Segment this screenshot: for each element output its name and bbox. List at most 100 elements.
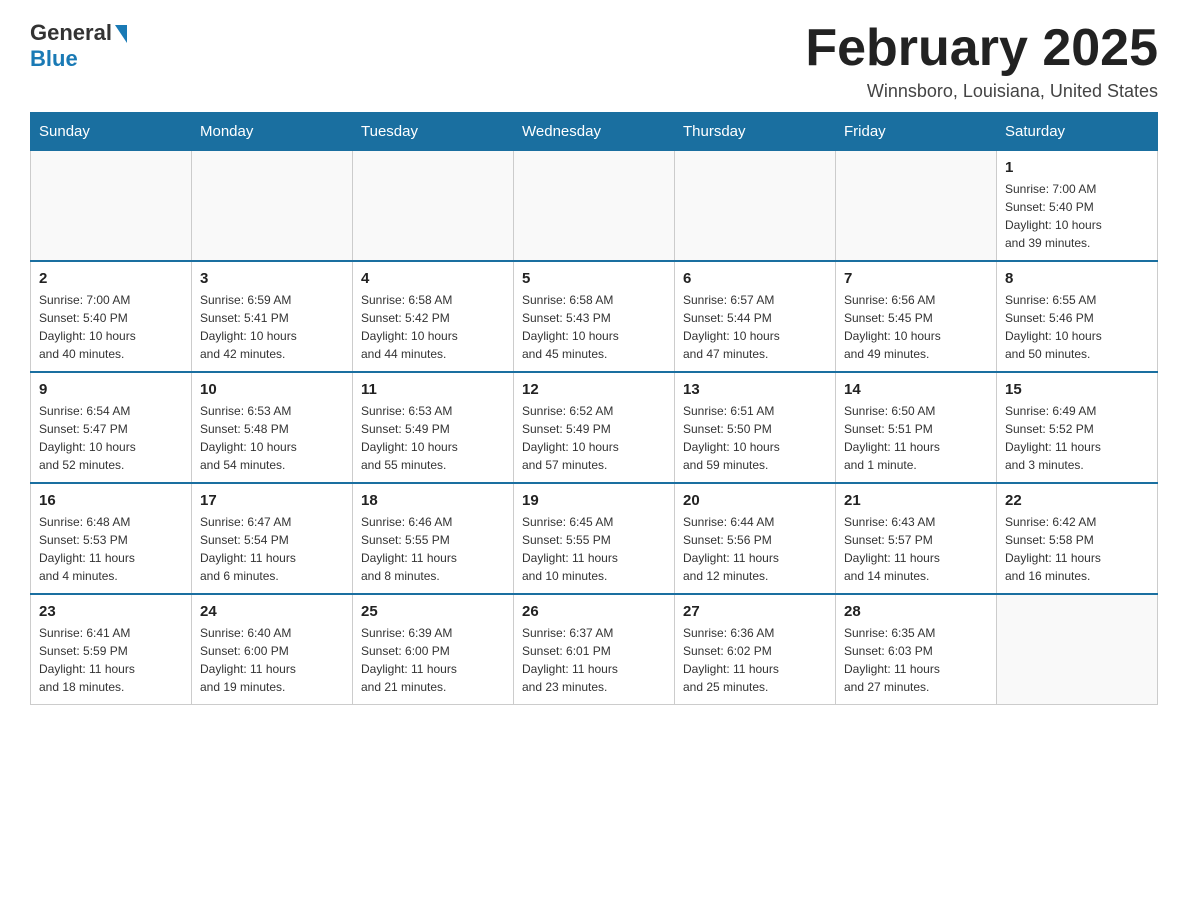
day-number: 2 (39, 270, 183, 287)
day-number: 13 (683, 381, 827, 398)
day-number: 22 (1005, 492, 1149, 509)
day-number: 18 (361, 492, 505, 509)
calendar-day-cell (353, 151, 514, 262)
day-info: Sunrise: 6:52 AMSunset: 5:49 PMDaylight:… (522, 402, 666, 474)
month-title: February 2025 (805, 20, 1158, 77)
day-info: Sunrise: 7:00 AMSunset: 5:40 PMDaylight:… (39, 291, 183, 363)
day-info: Sunrise: 6:42 AMSunset: 5:58 PMDaylight:… (1005, 513, 1149, 585)
calendar-day-cell: 24 Sunrise: 6:40 AMSunset: 6:00 PMDayligh… (192, 594, 353, 705)
calendar-day-cell: 26 Sunrise: 6:37 AMSunset: 6:01 PMDayligh… (514, 594, 675, 705)
calendar-day-cell: 18 Sunrise: 6:46 AMSunset: 5:55 PMDayligh… (353, 483, 514, 594)
day-info: Sunrise: 6:47 AMSunset: 5:54 PMDaylight:… (200, 513, 344, 585)
calendar-day-cell: 6 Sunrise: 6:57 AMSunset: 5:44 PMDaylight… (675, 261, 836, 372)
day-info: Sunrise: 6:54 AMSunset: 5:47 PMDaylight:… (39, 402, 183, 474)
day-info: Sunrise: 6:35 AMSunset: 6:03 PMDaylight:… (844, 624, 988, 696)
day-number: 4 (361, 270, 505, 287)
day-info: Sunrise: 6:53 AMSunset: 5:48 PMDaylight:… (200, 402, 344, 474)
day-number: 27 (683, 603, 827, 620)
calendar-day-cell: 21Sunrise: 6:43 AMSunset: 5:57 PMDayligh… (836, 483, 997, 594)
day-info: Sunrise: 6:56 AMSunset: 5:45 PMDaylight:… (844, 291, 988, 363)
day-number: 28 (844, 603, 988, 620)
day-number: 6 (683, 270, 827, 287)
day-info: Sunrise: 6:36 AMSunset: 6:02 PMDaylight:… (683, 624, 827, 696)
day-number: 15 (1005, 381, 1149, 398)
day-of-week-header: Thursday (675, 113, 836, 151)
day-number: 16 (39, 492, 183, 509)
calendar-day-cell: 20 Sunrise: 6:44 AMSunset: 5:56 PMDayligh… (675, 483, 836, 594)
day-info: Sunrise: 6:55 AMSunset: 5:46 PMDaylight:… (1005, 291, 1149, 363)
calendar-day-cell (675, 151, 836, 262)
day-info: Sunrise: 6:39 AMSunset: 6:00 PMDaylight:… (361, 624, 505, 696)
calendar-day-cell: 16 Sunrise: 6:48 AMSunset: 5:53 PMDayligh… (31, 483, 192, 594)
day-info: Sunrise: 6:48 AMSunset: 5:53 PMDaylight:… (39, 513, 183, 585)
calendar-day-cell: 9Sunrise: 6:54 AMSunset: 5:47 PMDaylight… (31, 372, 192, 483)
calendar-table: SundayMondayTuesdayWednesdayThursdayFrid… (30, 112, 1158, 705)
day-info: Sunrise: 6:53 AMSunset: 5:49 PMDaylight:… (361, 402, 505, 474)
calendar-day-cell: 25 Sunrise: 6:39 AMSunset: 6:00 PMDayligh… (353, 594, 514, 705)
calendar-day-cell: 23 Sunrise: 6:41 AMSunset: 5:59 PMDayligh… (31, 594, 192, 705)
day-number: 25 (361, 603, 505, 620)
day-number: 8 (1005, 270, 1149, 287)
day-number: 20 (683, 492, 827, 509)
day-number: 26 (522, 603, 666, 620)
day-number: 7 (844, 270, 988, 287)
day-of-week-header: Tuesday (353, 113, 514, 151)
day-info: Sunrise: 6:49 AMSunset: 5:52 PMDaylight:… (1005, 402, 1149, 474)
calendar-day-cell: 19Sunrise: 6:45 AMSunset: 5:55 PMDayligh… (514, 483, 675, 594)
calendar-header-row: SundayMondayTuesdayWednesdayThursdayFrid… (31, 113, 1158, 151)
calendar-day-cell (192, 151, 353, 262)
calendar-day-cell: 2 Sunrise: 7:00 AMSunset: 5:40 PMDaylight… (31, 261, 192, 372)
calendar-day-cell: 14Sunrise: 6:50 AMSunset: 5:51 PMDayligh… (836, 372, 997, 483)
calendar-week-row: 2 Sunrise: 7:00 AMSunset: 5:40 PMDaylight… (31, 261, 1158, 372)
day-info: Sunrise: 6:51 AMSunset: 5:50 PMDaylight:… (683, 402, 827, 474)
calendar-day-cell (836, 151, 997, 262)
day-number: 5 (522, 270, 666, 287)
calendar-day-cell: 12 Sunrise: 6:52 AMSunset: 5:49 PMDayligh… (514, 372, 675, 483)
calendar-day-cell: 13 Sunrise: 6:51 AMSunset: 5:50 PMDayligh… (675, 372, 836, 483)
calendar-day-cell: 28 Sunrise: 6:35 AMSunset: 6:03 PMDayligh… (836, 594, 997, 705)
day-info: Sunrise: 6:40 AMSunset: 6:00 PMDaylight:… (200, 624, 344, 696)
calendar-day-cell (514, 151, 675, 262)
calendar-day-cell (997, 594, 1158, 705)
calendar-day-cell: 1 Sunrise: 7:00 AMSunset: 5:40 PMDaylight… (997, 151, 1158, 262)
calendar-week-row: 16 Sunrise: 6:48 AMSunset: 5:53 PMDayligh… (31, 483, 1158, 594)
calendar-day-cell: 8 Sunrise: 6:55 AMSunset: 5:46 PMDaylight… (997, 261, 1158, 372)
day-info: Sunrise: 6:41 AMSunset: 5:59 PMDaylight:… (39, 624, 183, 696)
day-info: Sunrise: 6:58 AMSunset: 5:43 PMDaylight:… (522, 291, 666, 363)
logo-general-text: General (30, 20, 112, 46)
day-info: Sunrise: 6:59 AMSunset: 5:41 PMDaylight:… (200, 291, 344, 363)
day-number: 24 (200, 603, 344, 620)
day-number: 10 (200, 381, 344, 398)
title-block: February 2025 Winnsboro, Louisiana, Unit… (805, 20, 1158, 102)
logo-blue-text: Blue (30, 46, 78, 72)
day-info: Sunrise: 7:00 AMSunset: 5:40 PMDaylight:… (1005, 180, 1149, 252)
calendar-day-cell: 7 Sunrise: 6:56 AMSunset: 5:45 PMDaylight… (836, 261, 997, 372)
logo-arrow-icon (115, 25, 127, 43)
day-info: Sunrise: 6:46 AMSunset: 5:55 PMDaylight:… (361, 513, 505, 585)
calendar-day-cell: 15 Sunrise: 6:49 AMSunset: 5:52 PMDayligh… (997, 372, 1158, 483)
calendar-day-cell (31, 151, 192, 262)
day-info: Sunrise: 6:57 AMSunset: 5:44 PMDaylight:… (683, 291, 827, 363)
day-number: 21 (844, 492, 988, 509)
logo-top: General (30, 20, 127, 46)
day-info: Sunrise: 6:50 AMSunset: 5:51 PMDaylight:… (844, 402, 988, 474)
calendar-day-cell: 27 Sunrise: 6:36 AMSunset: 6:02 PMDayligh… (675, 594, 836, 705)
day-number: 23 (39, 603, 183, 620)
day-of-week-header: Sunday (31, 113, 192, 151)
day-number: 12 (522, 381, 666, 398)
day-of-week-header: Monday (192, 113, 353, 151)
day-number: 19 (522, 492, 666, 509)
calendar-week-row: 9Sunrise: 6:54 AMSunset: 5:47 PMDaylight… (31, 372, 1158, 483)
day-info: Sunrise: 6:44 AMSunset: 5:56 PMDaylight:… (683, 513, 827, 585)
day-number: 1 (1005, 159, 1149, 176)
calendar-day-cell: 3Sunrise: 6:59 AMSunset: 5:41 PMDaylight… (192, 261, 353, 372)
day-of-week-header: Wednesday (514, 113, 675, 151)
calendar-day-cell: 10 Sunrise: 6:53 AMSunset: 5:48 PMDayligh… (192, 372, 353, 483)
day-of-week-header: Friday (836, 113, 997, 151)
calendar-day-cell: 5 Sunrise: 6:58 AMSunset: 5:43 PMDaylight… (514, 261, 675, 372)
day-info: Sunrise: 6:37 AMSunset: 6:01 PMDaylight:… (522, 624, 666, 696)
calendar-day-cell: 11 Sunrise: 6:53 AMSunset: 5:49 PMDayligh… (353, 372, 514, 483)
day-number: 11 (361, 381, 505, 398)
calendar-day-cell: 4Sunrise: 6:58 AMSunset: 5:42 PMDaylight… (353, 261, 514, 372)
calendar-week-row: 23 Sunrise: 6:41 AMSunset: 5:59 PMDayligh… (31, 594, 1158, 705)
